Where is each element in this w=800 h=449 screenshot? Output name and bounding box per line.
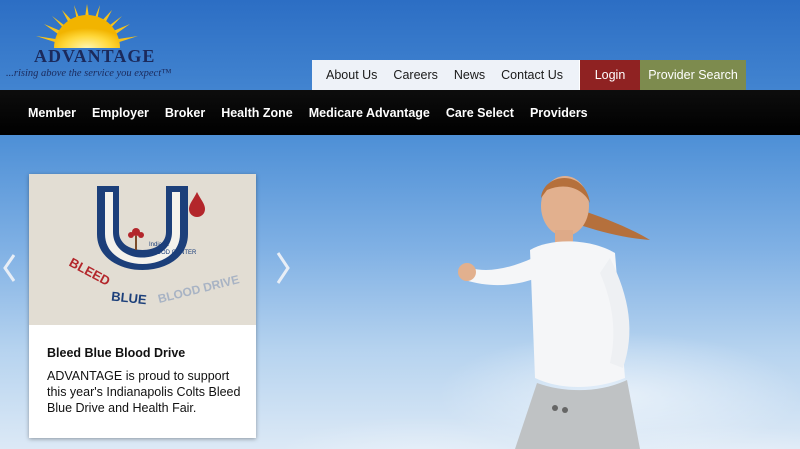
hero-runner-image: [458, 176, 650, 449]
featured-card[interactable]: Indiana BLOOD CENTER BLEED BLUE BLOOD DR…: [29, 174, 256, 438]
nav-member[interactable]: Member: [20, 106, 84, 120]
card-description: ADVANTAGE is proud to support this year'…: [47, 369, 241, 415]
nav-medicare-advantage[interactable]: Medicare Advantage: [301, 106, 438, 120]
nav-employer[interactable]: Employer: [84, 106, 157, 120]
chevron-right-icon: [276, 252, 290, 284]
chevron-left-icon: [3, 254, 15, 282]
brand-tagline: ...rising above the service you expect™: [6, 68, 172, 79]
nav-news[interactable]: News: [446, 68, 493, 82]
bleed-blue-logo: Indiana BLOOD CENTER BLEED BLUE BLOOD DR…: [67, 186, 241, 308]
carousel-next-button[interactable]: [274, 250, 292, 286]
main-nav: Member Employer Broker Health Zone Medic…: [0, 90, 800, 135]
card-title: Bleed Blue Blood Drive: [47, 346, 186, 360]
svg-text:BLUE: BLUE: [111, 289, 148, 308]
svg-text:BLEED: BLEED: [67, 255, 113, 289]
login-button[interactable]: Login: [579, 60, 640, 90]
nav-providers[interactable]: Providers: [522, 106, 596, 120]
sun-icon: [36, 4, 138, 48]
nav-careers[interactable]: Careers: [385, 68, 445, 82]
utility-nav: About Us Careers News Contact Us Login P…: [312, 60, 746, 90]
brand-name: ADVANTAGE: [34, 46, 156, 66]
nav-contact-us[interactable]: Contact Us: [493, 68, 571, 82]
nav-about-us[interactable]: About Us: [318, 68, 385, 82]
svg-text:BLOOD CENTER: BLOOD CENTER: [149, 250, 197, 256]
nav-care-select[interactable]: Care Select: [438, 106, 522, 120]
nav-health-zone[interactable]: Health Zone: [213, 106, 301, 120]
svg-text:Indiana: Indiana: [149, 242, 169, 248]
nav-broker[interactable]: Broker: [157, 106, 213, 120]
card-image: Indiana BLOOD CENTER BLEED BLUE BLOOD DR…: [29, 174, 256, 325]
brand-logo[interactable]: ADVANTAGE ...rising above the service yo…: [4, 2, 204, 82]
utility-links: About Us Careers News Contact Us: [312, 60, 579, 90]
svg-text:BLOOD DRIVE: BLOOD DRIVE: [156, 272, 240, 306]
carousel-prev-button[interactable]: [0, 250, 18, 286]
provider-search-button[interactable]: Provider Search: [640, 60, 746, 90]
